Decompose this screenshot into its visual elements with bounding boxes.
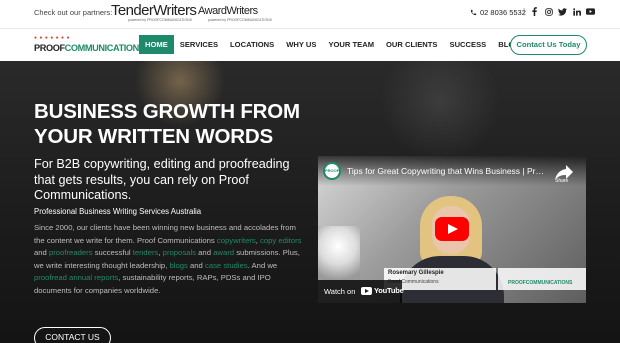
topbar-divider: | [523,7,526,16]
body-text-segment: and [196,248,214,258]
link-tenders[interactable]: tenders [133,248,159,257]
hero-lead: For B2B copywriting, editing and proofre… [34,157,290,202]
youtube-video-embed[interactable]: Rosemary Gillespie Proof Communications … [318,156,586,303]
contact-us-today-button[interactable]: Contact Us Today [510,35,587,55]
partners-label: Check out our partners: [34,8,113,17]
facebook-icon[interactable] [530,7,539,16]
link-proofreaders[interactable]: proofreaders [49,248,93,257]
link-case-studies[interactable]: case studies [205,261,248,270]
logo-wordmark-part1: PROOF [34,43,65,53]
main-navbar: ● ● ● ● ● ● ● PROOFCOMMUNICATIONS HOME S… [0,28,620,61]
linkedin-icon[interactable] [572,7,581,16]
share-label: Share [555,178,569,184]
body-text-segment: and [187,260,205,270]
link-blogs[interactable]: blogs [169,261,187,270]
nav-item-your-team[interactable]: YOUR TEAM [322,35,380,54]
top-bar: Check out our partners: TenderWriters po… [0,0,620,28]
tenderwriters-logo-subtitle: powered by PROOFCOMMUNICATIONS [128,18,192,22]
youtube-icon[interactable] [586,7,595,16]
twitter-icon[interactable] [558,7,567,16]
play-button-icon[interactable] [435,217,469,241]
video-brand-bar [498,268,586,290]
primary-nav: HOME SERVICES LOCATIONS WHY US YOUR TEAM… [139,35,526,54]
awardwriters-logo[interactable]: AwardWriters [198,6,258,17]
instagram-icon[interactable] [544,7,553,16]
nav-item-locations[interactable]: LOCATIONS [224,35,280,54]
body-text-segment: . And we [247,260,278,270]
youtube-wordmark: YouTube [374,286,404,295]
link-copy-editors[interactable]: copy editors [260,236,301,245]
channel-avatar-text: PROOF [325,168,340,173]
video-brand-tag: PROOFCOMMUNICATIONS [508,280,573,286]
body-text-segment: successful [92,248,133,258]
social-links [530,7,595,16]
watch-on-label: Watch on [324,287,356,296]
nav-item-home[interactable]: HOME [139,35,174,54]
nav-item-why-us[interactable]: WHY US [280,35,322,54]
youtube-logo: YouTube [361,286,404,295]
tenderwriters-logo[interactable]: TenderWriters [111,3,197,18]
youtube-play-icon [361,286,372,295]
phone-number: 02 8036 5532 [480,8,526,17]
awardwriters-logo-subtitle: powered by PROOFCOMMUNICATIONS [208,18,272,22]
nav-item-success[interactable]: SUCCESS [444,35,493,54]
hero-tagline: Professional Business Writing Services A… [34,207,202,216]
hero-title: BUSINESS GROWTH FROM YOUR WRITTEN WORDS [34,100,300,148]
link-proofread-annual-reports[interactable]: proofread annual reports [34,273,118,282]
contact-us-button[interactable]: CONTACT US [34,327,111,343]
link-proposals[interactable]: proposals [163,248,196,257]
video-presenter-name: Rosemary Gillespie [388,270,444,276]
link-copywriters[interactable]: copywriters [217,236,256,245]
logo-wordmark-part2: COMMUNICATIONS [64,43,145,53]
proof-communications-logo[interactable]: ● ● ● ● ● ● ● PROOFCOMMUNICATIONS [34,35,145,57]
logo-dots: ● ● ● ● ● ● ● [34,35,70,41]
hero-body: Since 2000, our clients have been winnin… [34,222,306,298]
video-title[interactable]: Tips for Great Copywriting that Wins Bus… [347,166,547,176]
logo-wordmark: PROOFCOMMUNICATIONS [34,43,145,53]
nav-item-services[interactable]: SERVICES [174,35,224,54]
phone-icon [470,9,477,16]
phone-link[interactable]: 02 8036 5532 [470,8,526,17]
link-award[interactable]: award [213,248,234,257]
body-text-segment: and [34,248,49,258]
nav-item-our-clients[interactable]: OUR CLIENTS [380,35,443,54]
